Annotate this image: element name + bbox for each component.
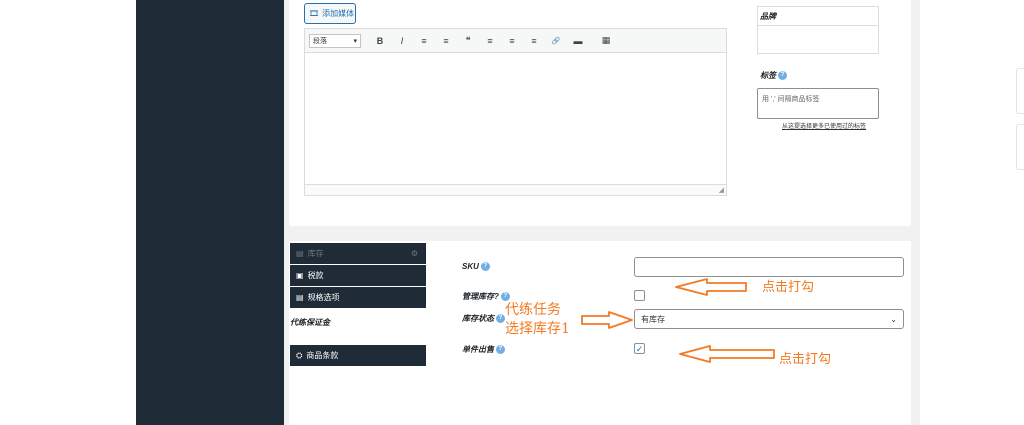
annotation-task-line1: 代练任务 (505, 302, 561, 318)
arrow-right-icon (581, 311, 633, 329)
arrow-left-icon (675, 278, 747, 296)
floating-side-tab[interactable] (1016, 68, 1024, 114)
annotation-task-line2: 选择库存1 (505, 321, 570, 337)
annotation-click-check-1: 点击打勾 (762, 280, 815, 295)
annotation-click-check-2: 点击打勾 (779, 352, 832, 367)
arrow-left-icon (679, 345, 775, 363)
annotation-arrows (581, 278, 775, 363)
floating-side-tab[interactable] (1016, 124, 1024, 170)
